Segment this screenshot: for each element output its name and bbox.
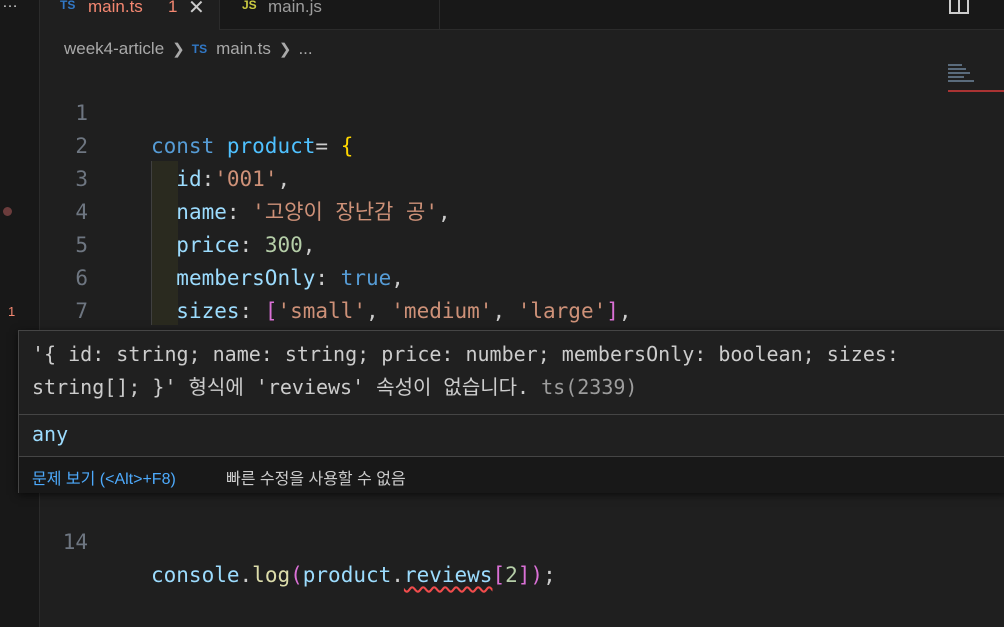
no-quick-fix-label: 빠른 수정을 사용할 수 없음 [226,471,406,488]
code-line[interactable]: 2 id:'001', [40,97,940,191]
error-message: '{ id: string; name: string; price: numb… [32,342,899,399]
tab-label: main.ts [88,0,143,16]
code-line[interactable]: 5 membersOnly: true, [40,196,940,290]
problems-badge: 1 [8,304,16,319]
breakpoint-marker[interactable] [3,207,12,216]
divider [19,414,1004,415]
javascript-file-icon: JS [242,0,257,12]
close-icon[interactable]: ✕ [188,0,205,20]
chevron-right-icon: ❯ [278,41,292,58]
breadcrumb-folder[interactable]: week4-article [64,39,164,59]
breadcrumb-symbol[interactable]: ... [298,39,312,59]
typescript-file-icon: TS [60,0,76,12]
error-squiggle: reviews [403,563,493,587]
line-number: 14 [62,530,88,554]
error-hover-widget: '{ id: string; name: string; price: numb… [18,330,1004,493]
tab-bar: TS main.ts 1 ✕ JS main.js … [40,0,1004,30]
code-line[interactable]: 3 name: '고양이 장난감 공', [40,130,940,224]
tab-error-count: 1 [168,0,178,16]
code-line[interactable]: 14 console.log(product.reviews[2]); [40,493,940,587]
code-line[interactable]: 4 price: 300, [40,163,940,257]
code-line[interactable]: 7 }; [40,262,940,356]
typescript-file-icon: TS [191,42,208,56]
breadcrumb-file[interactable]: main.ts [216,39,271,59]
tab-label: main.js [268,0,322,16]
tab-main-js[interactable]: JS main.js [220,0,440,30]
code-line[interactable]: 1 const product= { [40,64,940,158]
hover-status-bar: 문제 보기 (<Alt>+F8) 빠른 수정을 사용할 수 없음 [19,457,1004,493]
breadcrumb: week4-article ❯ TS main.ts ❯ ... [64,38,313,60]
code-line[interactable]: 6 sizes: ['small', 'medium', 'large'], [40,229,940,323]
tab-main-ts[interactable]: TS main.ts 1 ✕ [40,0,220,30]
type-info: any [32,422,69,446]
view-problem-link[interactable]: 문제 보기 (<Alt>+F8) [32,465,176,489]
error-code: ts(2339) [541,375,638,399]
split-editor-icon[interactable] [949,0,969,14]
code-line[interactable]: 8 [40,295,940,356]
more-icon[interactable]: … [2,0,19,12]
chevron-right-icon: ❯ [172,41,185,58]
